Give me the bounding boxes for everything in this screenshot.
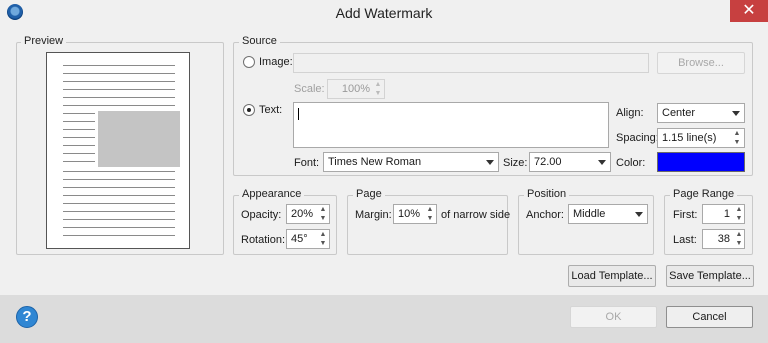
margin-field[interactable]: 10% ▲ ▼ <box>393 204 437 224</box>
rotation-value: 45° <box>291 233 308 245</box>
image-radio[interactable] <box>243 56 255 68</box>
last-page-value: 38 <box>717 233 730 245</box>
size-value: 72.00 <box>534 156 562 168</box>
margin-label: Margin: <box>355 209 392 221</box>
align-value: Center <box>662 107 696 119</box>
rotation-label: Rotation: <box>241 234 286 246</box>
font-select[interactable]: Times New Roman <box>323 152 499 172</box>
chevron-down-icon <box>635 212 643 217</box>
spacing-value: 1.15 line(s) <box>662 132 717 144</box>
anchor-label: Anchor: <box>526 209 564 221</box>
scale-label: Scale: <box>294 83 325 95</box>
page-range-group-label: Page Range <box>670 188 738 200</box>
cancel-button[interactable]: Cancel <box>666 306 753 328</box>
first-page-value: 1 <box>723 208 730 220</box>
save-template-button[interactable]: Save Template... <box>666 265 754 287</box>
anchor-value: Middle <box>573 208 606 220</box>
first-page-label: First: <box>673 209 698 221</box>
rotation-spinner-icon[interactable]: ▲ ▼ <box>318 230 328 248</box>
browse-button[interactable]: Browse... <box>657 52 745 74</box>
color-swatch-button[interactable] <box>657 152 745 172</box>
opacity-label: Opacity: <box>241 209 282 221</box>
ok-button[interactable]: OK <box>570 306 657 328</box>
rotation-field[interactable]: 45° ▲ ▼ <box>286 229 330 249</box>
text-label: Text: <box>259 104 283 116</box>
font-value: Times New Roman <box>328 156 422 168</box>
opacity-field[interactable]: 20% ▲ ▼ <box>286 204 330 224</box>
load-template-button[interactable]: Load Template... <box>568 265 656 287</box>
size-label: Size: <box>503 157 528 169</box>
opacity-spinner-icon[interactable]: ▲ ▼ <box>318 205 328 223</box>
image-label: Image: <box>259 56 293 68</box>
last-page-field[interactable]: 38 ▲ ▼ <box>702 229 745 249</box>
image-path-field[interactable] <box>293 53 649 73</box>
first-page-spinner-icon[interactable]: ▲ ▼ <box>734 205 744 223</box>
position-group-label: Position <box>524 188 570 200</box>
opacity-value: 20% <box>291 208 314 220</box>
close-button[interactable]: ✕ <box>730 0 768 22</box>
chevron-down-icon <box>598 160 606 165</box>
size-select[interactable]: 72.00 <box>529 152 611 172</box>
anchor-select[interactable]: Middle <box>568 204 648 224</box>
watermark-preview-box <box>98 111 180 167</box>
margin-value: 10% <box>398 208 421 220</box>
spacing-field[interactable]: 1.15 line(s) ▲ ▼ <box>657 128 745 148</box>
help-icon[interactable]: ? <box>16 306 38 328</box>
page-group-label: Page <box>353 188 385 200</box>
align-label: Align: <box>616 107 644 119</box>
margin-spinner-icon[interactable]: ▲ ▼ <box>425 205 435 223</box>
last-page-label: Last: <box>673 234 697 246</box>
preview-group-label: Preview <box>21 35 67 47</box>
font-label: Font: <box>294 157 320 169</box>
align-select[interactable]: Center <box>657 103 745 123</box>
source-group-label: Source <box>239 35 280 47</box>
margin-suffix: of narrow side <box>441 209 511 221</box>
preview-page <box>46 52 190 249</box>
window-title: Add Watermark <box>335 5 433 21</box>
spacing-spinner-icon[interactable]: ▲ ▼ <box>732 129 742 147</box>
watermark-text-input[interactable] <box>293 102 609 148</box>
spacing-label: Spacing: <box>616 132 659 144</box>
first-page-field[interactable]: 1 ▲ ▼ <box>702 204 745 224</box>
color-label: Color: <box>616 157 646 169</box>
appearance-group-label: Appearance <box>239 188 305 200</box>
last-page-spinner-icon[interactable]: ▲ ▼ <box>734 230 744 248</box>
text-cursor <box>298 108 299 120</box>
chevron-down-icon <box>486 160 494 165</box>
scale-spinner-icon[interactable]: ▲ ▼ <box>373 80 383 98</box>
text-radio[interactable] <box>243 104 255 116</box>
chevron-down-icon <box>732 111 740 116</box>
